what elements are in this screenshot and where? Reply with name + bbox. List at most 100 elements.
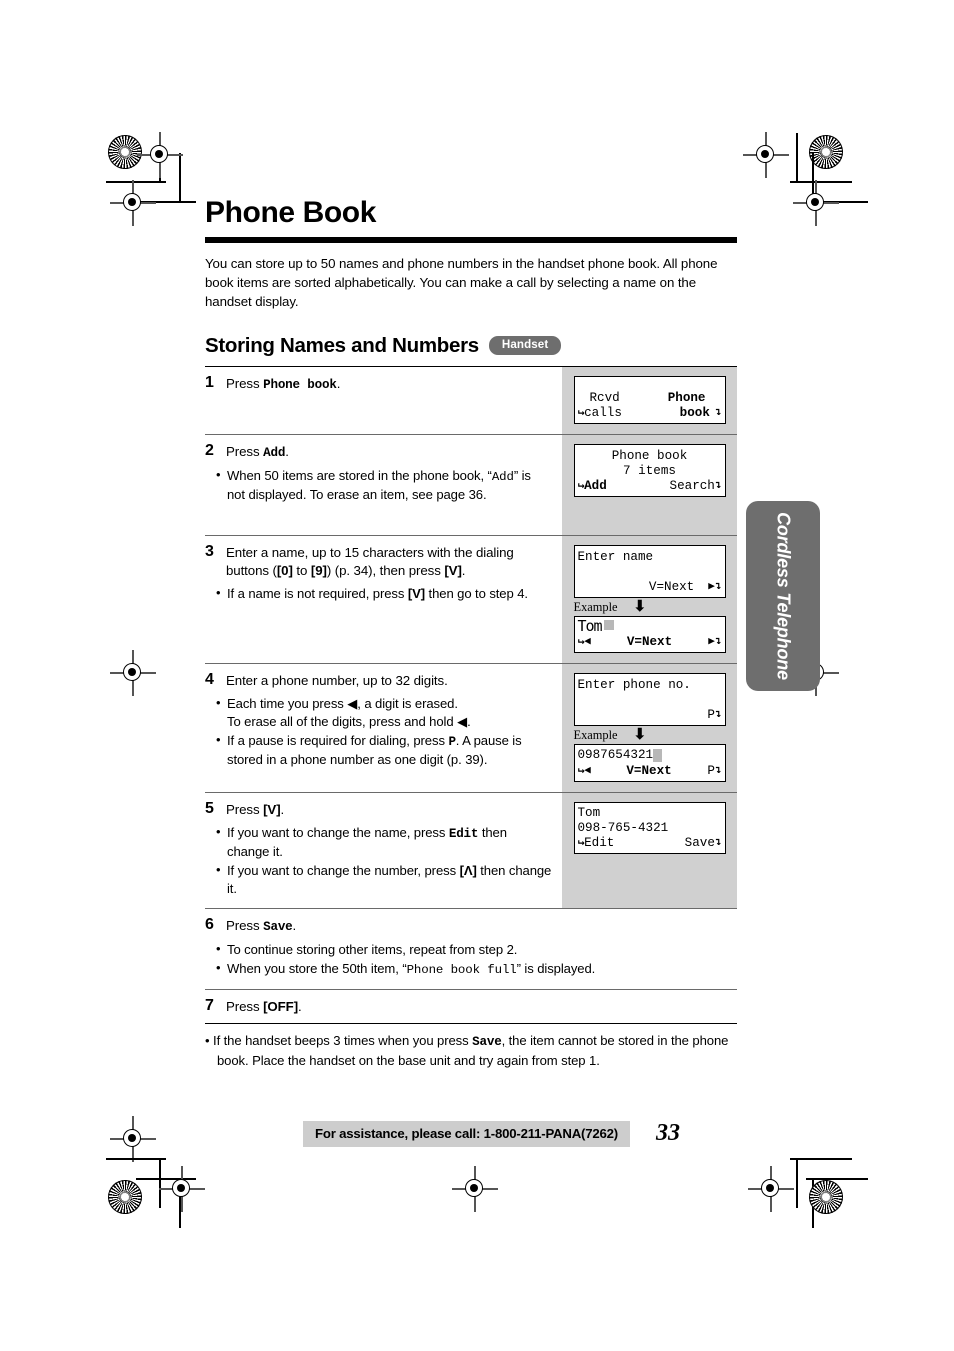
- step-6-bullet2-mono: Phone book full: [406, 963, 517, 978]
- lcd5-right-marker-icon: ↴: [714, 836, 722, 849]
- step-5-instructions: 5 Press [V]. If you want to change the n…: [205, 793, 562, 909]
- text-cursor: [653, 749, 663, 763]
- registration-target-bottom-left: [108, 1180, 142, 1214]
- step-2-instructions: 2 Press Add. When 50 items are stored in…: [205, 435, 562, 535]
- step-row-5: 5 Press [V]. If you want to change the n…: [205, 792, 737, 910]
- list-item: When 50 items are stored in the phone bo…: [216, 466, 552, 504]
- step-row-3: 3 Enter a name, up to 15 characters with…: [205, 535, 737, 664]
- registration-cross-bottom-right-a: [748, 1166, 794, 1212]
- step-4-bullet2-a: If a pause is required for dialing, pres…: [227, 732, 449, 748]
- step-number: 2: [205, 441, 214, 459]
- step-2-display-panel: Phone book 7 items ↵ Add Search ↴: [562, 434, 737, 535]
- list-item: If you want to change the number, press …: [216, 861, 552, 898]
- tail-note: If the handset beeps 3 times when you pr…: [205, 1024, 737, 1070]
- lcd3a-right-arrow-icon: ▶: [708, 580, 715, 593]
- assistance-banner: For assistance, please call: 1-800-211-P…: [303, 1120, 630, 1147]
- lcd4b-left-marker-icon: ↵: [577, 764, 585, 777]
- list-item: If a name is not required, press [V] the…: [216, 583, 552, 603]
- lcd2-line1: Phone book: [611, 448, 688, 463]
- step-5-verb: Press: [226, 801, 264, 817]
- list-item: If you want to change the name, press Ed…: [216, 823, 552, 861]
- list-item: When you store the 50th item, “Phone boo…: [216, 959, 727, 979]
- step-2-bullet-mono: Add: [491, 469, 514, 484]
- step-6-verb: Press: [226, 918, 260, 934]
- step-3-bullet-a: If a name is not required, press: [227, 585, 408, 601]
- registration-cross-bottom-center: [452, 1166, 498, 1212]
- lcd3b-down-marker-icon: ↴: [714, 635, 722, 648]
- step-5-period: .: [280, 801, 285, 817]
- step-4-bullet1-a: Each time you press: [227, 695, 348, 711]
- registration-cross-top-left-a: [137, 132, 183, 178]
- step-3-key-v: [V]: [444, 562, 462, 578]
- step-row-1: 1 Press Phone book. Rcvd Phone ↵ calls book…: [205, 366, 737, 435]
- text-cursor: [603, 619, 614, 630]
- step-number: 4: [205, 670, 214, 688]
- step-row-6: 6 Press Save. To continue storing other …: [205, 909, 737, 991]
- lcd3b-name-value: Tom: [577, 617, 603, 636]
- step-5-bullet1-a: If you want to change the name, press: [227, 824, 449, 840]
- lcd2-softkey-left: Add: [584, 478, 607, 493]
- step-3-bullet-b: then go to step 4.: [425, 585, 529, 601]
- step-3-text-c: ) (p. 34), then press: [326, 562, 445, 578]
- lcd-screen-4b: 0987654321 ↵ ◀ V=Next P ↴: [573, 743, 726, 782]
- step-6-bullets: To continue storing other items, repeat …: [205, 940, 727, 979]
- lcd3a-softkey-center: V=Next: [648, 579, 695, 594]
- step-3-bullets: If a name is not required, press [V] the…: [205, 583, 552, 603]
- step-row-4: 4 Enter a phone number, up to 32 digits.…: [205, 663, 737, 793]
- lcd3b-left-marker-icon: ↵: [577, 635, 585, 648]
- lcd3b-left-arrow-icon: ◀: [584, 635, 591, 648]
- lcd5-softkey-right: Save: [684, 835, 715, 850]
- registration-target-bottom-right: [809, 1180, 843, 1214]
- step-2-verb: Press: [226, 443, 260, 459]
- registration-target-top-right: [809, 135, 843, 169]
- section-title: Storing Names and Numbers: [205, 333, 479, 357]
- step-6-period: .: [292, 918, 297, 934]
- lcd1-line2-right: book: [679, 405, 710, 420]
- lcd4a-pause-key: P: [707, 707, 715, 722]
- lcd4b-number-value: 0987654321: [577, 748, 654, 763]
- left-arrow-icon: ◀: [347, 695, 358, 711]
- section-header: Storing Names and Numbers Handset: [205, 334, 737, 358]
- step-3-text-d: .: [461, 562, 466, 578]
- tail-note-key: Save: [472, 1035, 502, 1050]
- step-number: 7: [205, 997, 214, 1015]
- registration-cross-top-left-b: [110, 180, 156, 226]
- step-4-bullet1-d: .: [467, 713, 471, 729]
- step-5-bullet2-a: If you want to change the number, press: [227, 863, 460, 878]
- step-1-text: Press Phone book.: [226, 374, 552, 394]
- step-number: 5: [205, 799, 214, 817]
- step-3-bullet-key: [V]: [407, 585, 425, 601]
- example-text: Example: [573, 727, 618, 742]
- step-7-instructions: 7 Press [OFF].: [205, 990, 737, 1023]
- lcd-screen-4a: Enter phone no. P ↴: [573, 672, 726, 726]
- step-4-bullet2-key: P: [448, 734, 456, 749]
- step-6-instructions: 6 Press Save. To continue storing other …: [205, 909, 737, 989]
- lcd1-right-marker-icon: ↴: [714, 406, 722, 419]
- example-label-4: Example ⬇: [573, 727, 726, 743]
- lcd4a-line1: Enter phone no.: [577, 677, 691, 692]
- lcd1-line2-left: calls: [584, 405, 622, 420]
- steps-table: 1 Press Phone book. Rcvd Phone ↵ calls book…: [205, 365, 737, 1025]
- page-title: Phone Book: [205, 196, 377, 229]
- page-footer: For assistance, please call: 1-800-211-P…: [303, 1120, 743, 1147]
- step-6-bullet2-a: When you store the 50th item, “: [227, 961, 407, 977]
- lcd4b-softkey-center: V=Next: [626, 763, 672, 778]
- lcd2-left-marker-icon: ↵: [577, 479, 585, 492]
- step-7-key: [OFF]: [263, 999, 299, 1015]
- lcd-screen-3b: Tom ↵ ◀ V=Next ▶ ↴: [573, 615, 726, 653]
- step-4-bullet1-b: , a digit is erased.: [357, 695, 458, 711]
- step-1-key: Phone book: [263, 377, 337, 392]
- step-5-bullet2-key: [Λ]: [459, 863, 477, 878]
- lcd1-left-marker-icon: ↵: [577, 406, 585, 419]
- step-3-key-0: [0]: [276, 562, 293, 578]
- step-row-7: 7 Press [OFF].: [205, 990, 737, 1025]
- lcd-screen-1: Rcvd Phone ↵ calls book ↴: [573, 375, 726, 424]
- registration-cross-bottom-left-b: [159, 1166, 205, 1212]
- step-5-text: Press [V].: [226, 800, 552, 819]
- step-5-key: [V]: [263, 801, 281, 817]
- step-2-key: Add: [263, 445, 286, 460]
- step-1-instructions: 1 Press Phone book.: [205, 367, 562, 434]
- step-number: 6: [205, 916, 214, 934]
- example-text: Example: [573, 599, 618, 614]
- title-rule: [205, 237, 737, 243]
